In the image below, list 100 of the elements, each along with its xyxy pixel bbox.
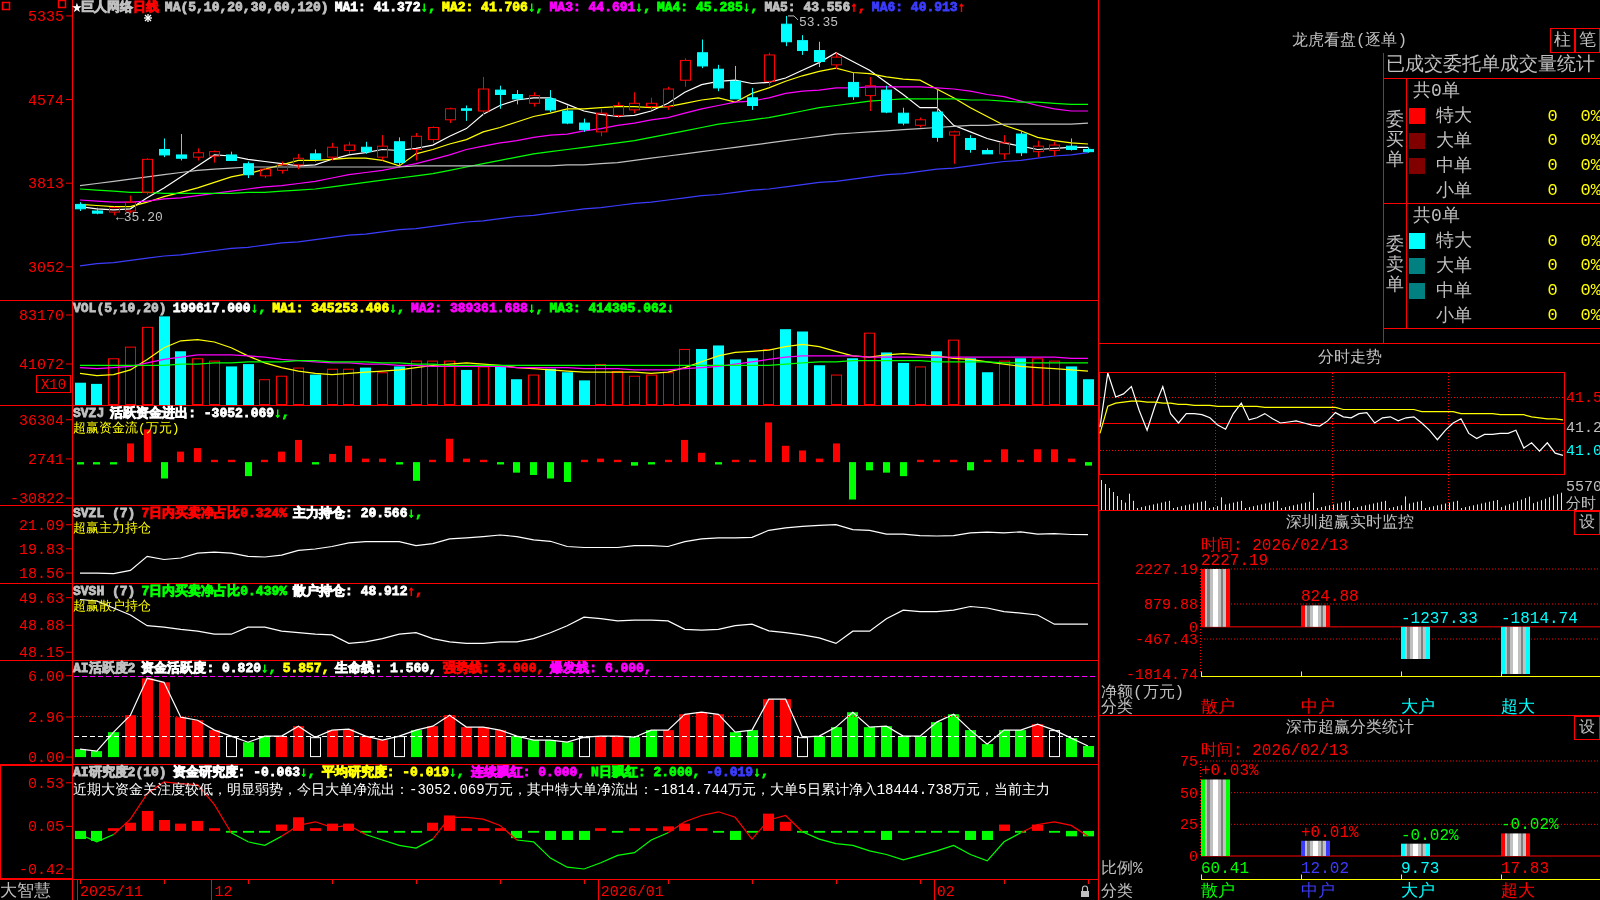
y-axis-title: 比例% (1101, 860, 1143, 878)
settings-button[interactable]: 设 (1574, 511, 1600, 535)
candle (949, 130, 960, 165)
value-label: -1237.33 (1401, 609, 1478, 628)
category-label: 中户 (1301, 882, 1335, 899)
candle (159, 137, 170, 158)
view-toggle-button[interactable]: 柱 (1550, 28, 1575, 53)
candle (243, 161, 254, 179)
date-label: 2025/11 (80, 884, 143, 900)
indicator-label: MA2: 41.706 (442, 0, 528, 15)
axis-label: 2227.19 (1135, 562, 1198, 579)
indicator-caption: 超赢主力持仓 (73, 521, 151, 536)
order-count: 0 (1546, 107, 1559, 125)
indicator-label: ↓, (274, 406, 290, 421)
indicator-label: 7日内买卖净占比0.439% (141, 584, 288, 599)
timestamp: 时间: 2026/02/13 (1201, 742, 1349, 760)
panel-title: 龙虎看盘(逐单) (1290, 30, 1409, 52)
axis-label: 48.15 (19, 645, 64, 660)
axis-label: 6.00 (28, 668, 64, 686)
indicator-label: 生命线: 1.560, (335, 661, 437, 676)
candle (697, 39, 708, 69)
indicator-label: SVSH (7) (73, 584, 136, 599)
candle (277, 161, 288, 175)
candle (1016, 130, 1027, 157)
candle (1049, 141, 1060, 157)
candle (411, 132, 422, 161)
candle (142, 157, 153, 195)
axis-label: 3813 (28, 176, 64, 194)
axis-label: 49.63 (19, 590, 64, 608)
candle (999, 134, 1010, 160)
order-size-label: 中单 (1436, 281, 1473, 300)
order-size-label: 大单 (1436, 132, 1473, 150)
timestamp: 时间: 2026/02/13 (1201, 537, 1349, 555)
settings-button[interactable]: 设 (1574, 716, 1600, 740)
candle (579, 118, 590, 133)
x-axis-title: 分类 (1101, 883, 1133, 899)
high-price-annotation: 53.35 (799, 14, 838, 30)
category-label: 超大 (1501, 698, 1535, 715)
indicator-label: ↑, (407, 584, 424, 599)
value-label: 2227.19 (1201, 552, 1269, 570)
candle (394, 136, 405, 168)
indicator-label: ↑, (850, 0, 866, 15)
order-count: 0 (1546, 282, 1559, 300)
square-icon (1, 1, 11, 11)
indicator-label: ↓, (635, 0, 651, 15)
candle (965, 134, 976, 154)
indicator-label: 199617.000 (172, 301, 251, 316)
indicator-caption: 超赢资金流(万元) (73, 421, 180, 436)
candle (445, 107, 456, 124)
date-label: 2026/01 (600, 884, 664, 900)
axis-label: 0.53 (28, 775, 64, 793)
order-count: 0 (1546, 132, 1559, 150)
category-label: 大户 (1401, 698, 1435, 715)
axis-label: -30822 (10, 491, 64, 505)
indicator-label: ↓, (527, 301, 544, 316)
indicator-label: ↓, (300, 765, 316, 780)
indicator-label: SVZL (7) (73, 506, 136, 521)
axis-label: 0.05 (28, 819, 64, 837)
candle (344, 141, 355, 155)
axis-label: 2.96 (28, 709, 64, 727)
indicator-label: SVZJ (73, 406, 105, 421)
axis-label: 5335 (28, 8, 64, 26)
axis-label: 2741 (28, 451, 64, 469)
value-label: 17.83 (1501, 860, 1549, 878)
candle (92, 207, 103, 215)
indicator-label: ↓, (527, 0, 544, 15)
order-size-label: 中单 (1436, 156, 1473, 175)
leader-line (787, 15, 799, 21)
candle (125, 195, 136, 214)
lock-icon (1081, 885, 1089, 897)
candle (461, 105, 472, 122)
indicator-label: MA3: 44.691 (549, 0, 636, 15)
candle (545, 89, 556, 113)
candle (764, 52, 775, 87)
axis-label: 4574 (28, 92, 64, 110)
category-label: 散户 (1201, 882, 1235, 899)
indicator-label: ↓, (250, 301, 267, 316)
indicator-label: ↓, (407, 506, 424, 521)
table-heading: 已成交委托单成交量统计 (1384, 53, 1600, 79)
candle (831, 52, 842, 70)
indicator-label: AI活跃度2 (73, 661, 136, 676)
indicator-label: AI研究度2(10) (73, 765, 167, 780)
candle (747, 87, 758, 111)
axis-label: -1814.74 (1126, 667, 1198, 684)
category-label: 中户 (1301, 698, 1335, 715)
view-toggle-button[interactable]: 笔 (1575, 28, 1600, 53)
candle (982, 147, 993, 155)
candle (226, 151, 237, 161)
candle (209, 150, 220, 164)
indicator-label: ↓, (753, 765, 769, 780)
axis-label: 36304 (19, 412, 64, 430)
order-size-label: 小单 (1436, 181, 1473, 200)
indicator-label: ↓, (449, 765, 465, 780)
date-label: 12 (214, 884, 233, 900)
indicator-label: 日线 (132, 0, 159, 15)
order-size-label: 特大 (1436, 107, 1473, 126)
candle (361, 141, 372, 155)
category-label: 超大 (1501, 882, 1535, 899)
indicator-label: ↓ (666, 301, 675, 316)
candle (529, 91, 540, 108)
